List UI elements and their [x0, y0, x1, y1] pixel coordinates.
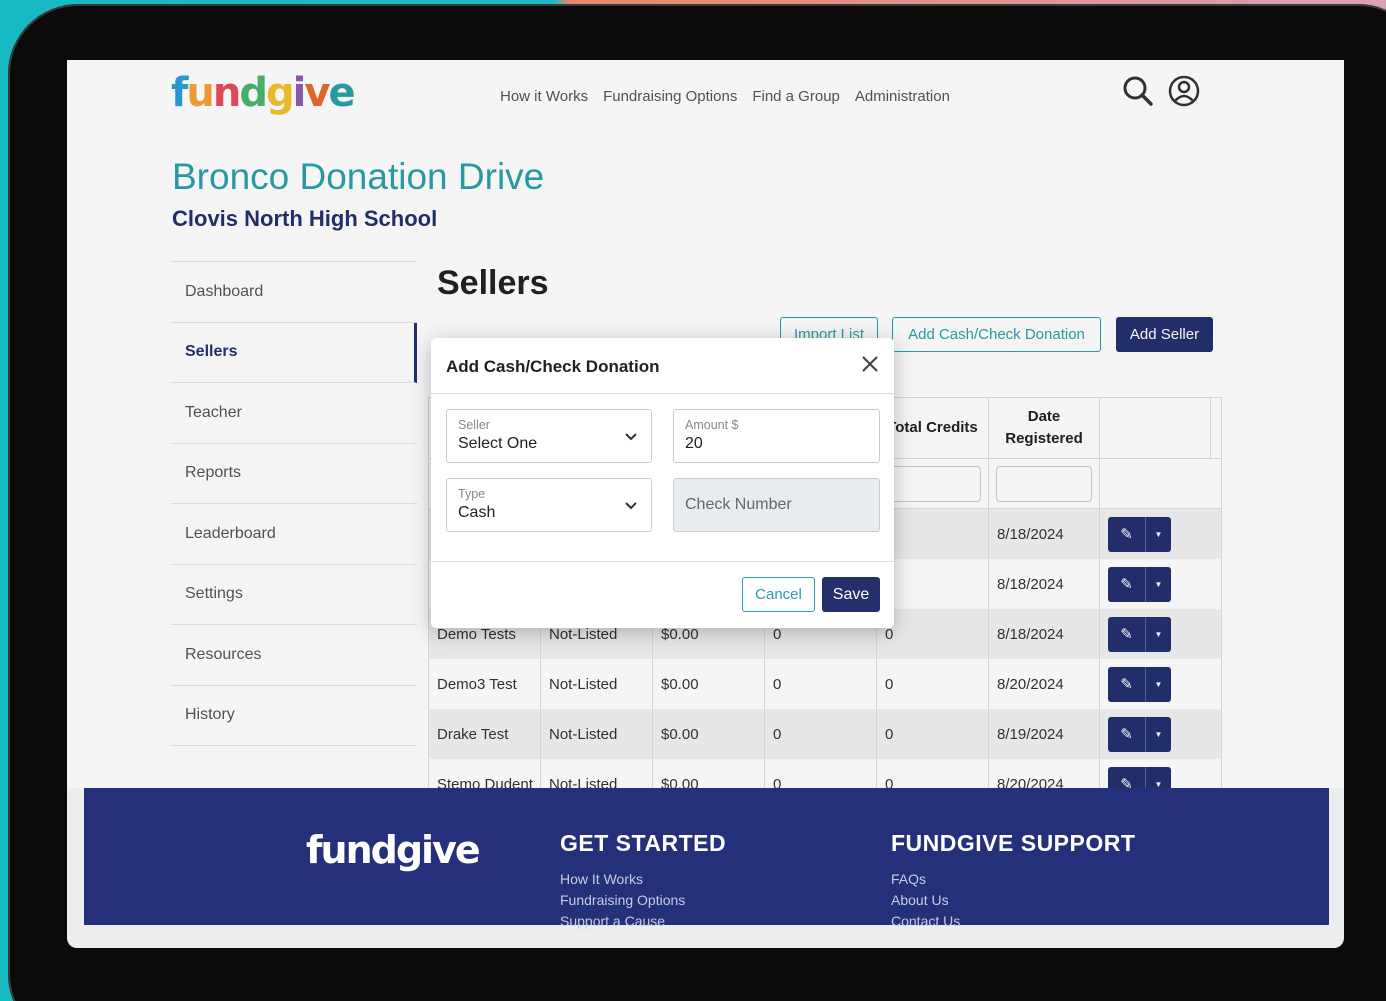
footer-col-get-started: GET STARTED How It Works Fundraising Opt…: [560, 830, 726, 932]
footer-heading: FUNDGIVE SUPPORT: [891, 830, 1136, 856]
footer: fundgive GET STARTED How It Works Fundra…: [84, 788, 1329, 929]
chevron-down-icon: [625, 502, 637, 510]
save-button[interactable]: Save: [822, 577, 880, 612]
seller-select[interactable]: Seller Select One: [446, 409, 652, 463]
amount-field[interactable]: Amount $ 20: [673, 409, 880, 463]
footer-link-about-us[interactable]: About Us: [891, 890, 1135, 911]
type-label: Type: [458, 487, 486, 501]
footer-link-faqs[interactable]: FAQs: [891, 869, 1135, 890]
check-number-field[interactable]: Check Number: [673, 478, 880, 532]
footer-link-how-it-works[interactable]: How It Works: [560, 869, 726, 890]
footer-link-support-a-cause[interactable]: Support a Cause: [560, 911, 726, 932]
amount-value: 20: [685, 435, 703, 452]
modal-header: Add Cash/Check Donation: [431, 338, 894, 394]
close-icon[interactable]: [860, 354, 880, 374]
footer-heading: GET STARTED: [560, 830, 727, 856]
add-cash-donation-modal: Add Cash/Check Donation Seller Select On…: [431, 338, 894, 628]
footer-logo[interactable]: fundgive: [306, 828, 481, 872]
footer-link-contact-us[interactable]: Contact Us: [891, 911, 1135, 932]
footer-link-fundraising-options[interactable]: Fundraising Options: [560, 890, 726, 911]
seller-label: Seller: [458, 418, 490, 432]
type-value: Cash: [458, 504, 496, 521]
amount-label: Amount $: [685, 418, 739, 432]
type-select[interactable]: Type Cash: [446, 478, 652, 532]
seller-value: Select One: [458, 435, 538, 452]
footer-col-support: FUNDGIVE SUPPORT FAQs About Us Contact U…: [891, 830, 1135, 932]
chevron-down-icon: [625, 433, 637, 441]
app-screen: fundgive How it Works Fundraising Option…: [67, 60, 1344, 948]
modal-title: Add Cash/Check Donation: [446, 357, 660, 376]
cancel-button[interactable]: Cancel: [742, 577, 815, 612]
modal-footer: [431, 561, 894, 562]
check-number-placeholder: Check Number: [685, 496, 792, 513]
